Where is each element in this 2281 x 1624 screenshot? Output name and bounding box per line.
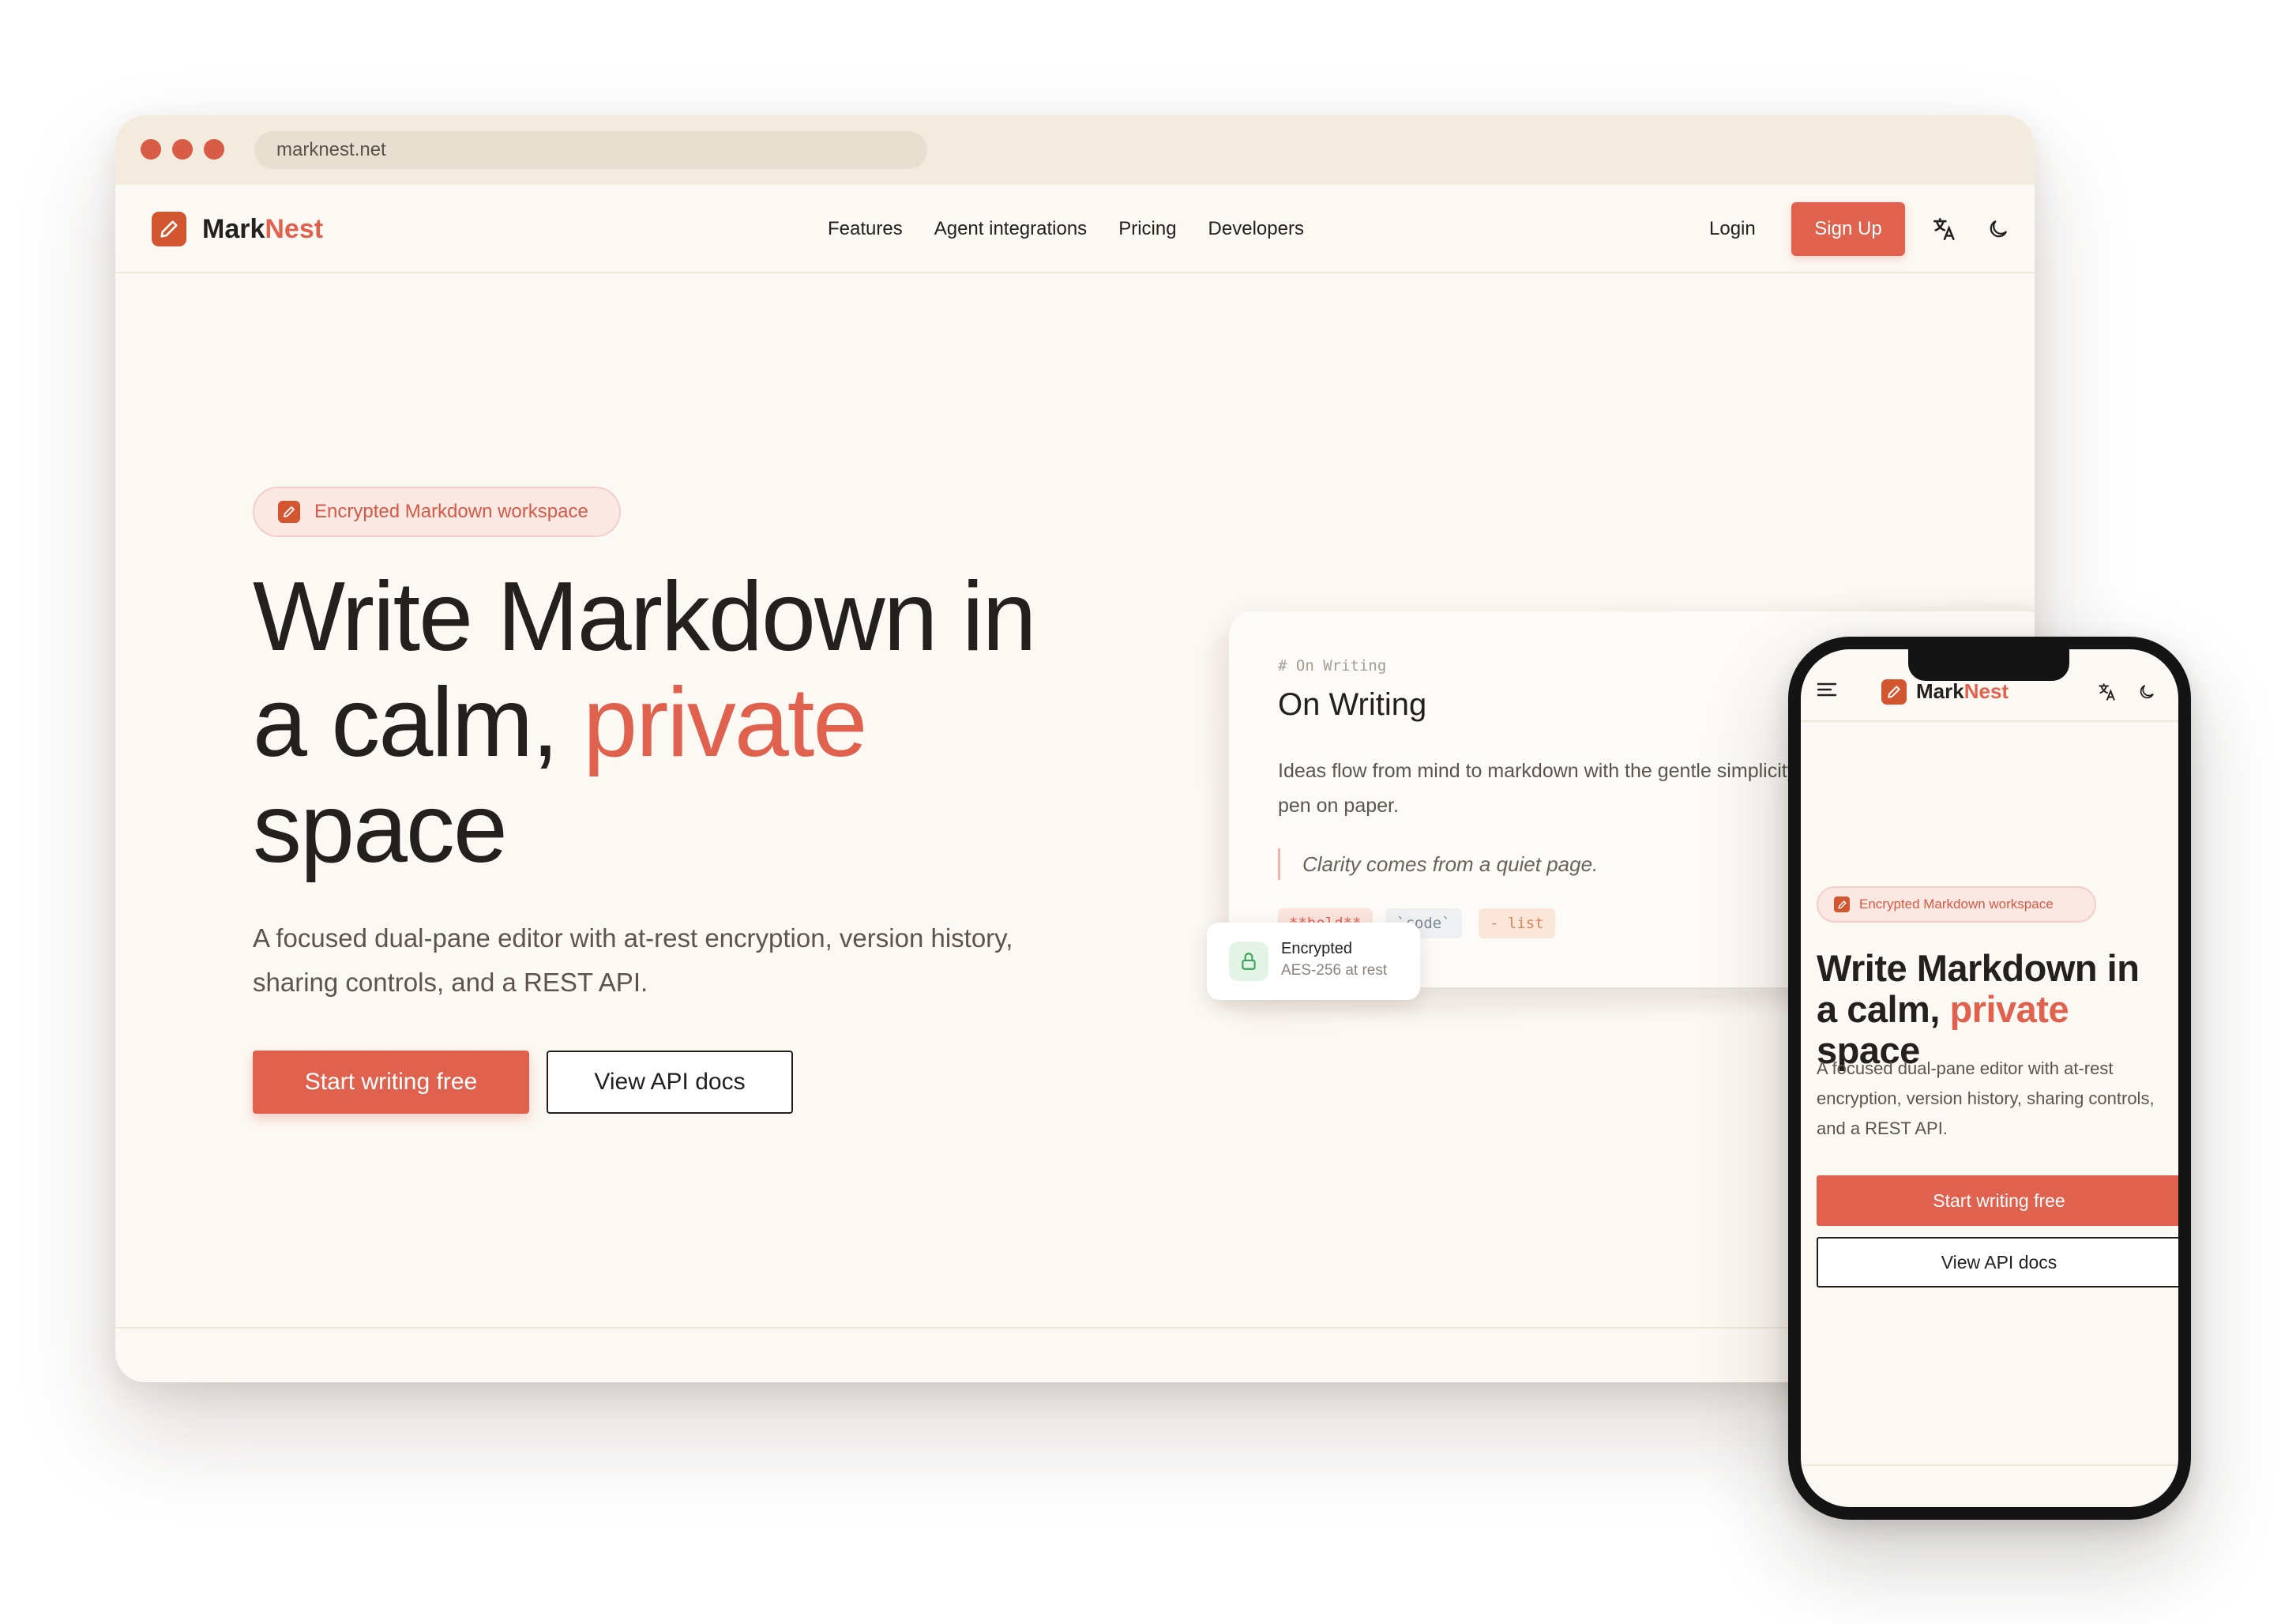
window-close-dot[interactable] xyxy=(141,139,161,160)
pencil-square-icon xyxy=(1834,897,1850,912)
view-api-docs-button[interactable]: View API docs xyxy=(547,1051,793,1114)
chip-list: - list xyxy=(1479,908,1555,938)
mobile-hero-title: Write Markdown in a calm, private space xyxy=(1817,947,2140,1071)
nav-link-pricing[interactable]: Pricing xyxy=(1118,218,1176,240)
hero-badge-label: Encrypted Markdown workspace xyxy=(314,501,588,522)
mobile-screen: MarkNest Encrypted Markdown workspace Wr… xyxy=(1801,649,2178,1507)
desktop-browser-window: marknest.net MarkNest Features Agent int… xyxy=(115,115,2035,1382)
start-writing-button[interactable]: Start writing free xyxy=(253,1051,529,1114)
address-bar[interactable]: marknest.net xyxy=(254,131,927,169)
main-nav: Features Agent integrations Pricing Deve… xyxy=(828,185,1304,273)
encrypted-status-pill: Encrypted AES-256 at rest xyxy=(1207,923,1420,1000)
mobile-section-divider xyxy=(1801,1464,2178,1466)
mobile-hero-subtitle: A focused dual-pane editor with at-rest … xyxy=(1817,1058,2155,1138)
mobile-hero-badge-label: Encrypted Markdown workspace xyxy=(1859,897,2054,912)
nav-link-agent-integrations[interactable]: Agent integrations xyxy=(934,218,1087,240)
encrypted-label: Encrypted xyxy=(1281,940,1353,957)
nav-link-developers[interactable]: Developers xyxy=(1208,218,1304,240)
hero-badge: Encrypted Markdown workspace xyxy=(253,487,621,537)
site-header: MarkNest Features Agent integrations Pri… xyxy=(115,185,2035,273)
moon-icon[interactable] xyxy=(1982,213,2014,245)
translate-icon[interactable] xyxy=(2095,679,2120,705)
hero-subtitle: A focused dual-pane editor with at-rest … xyxy=(253,923,1013,997)
card-blockquote: Clarity comes from a quiet page. xyxy=(1278,848,1598,880)
brand-logo-text[interactable]: MarkNest xyxy=(1916,678,2009,705)
pencil-square-icon[interactable] xyxy=(1881,679,1907,705)
window-minimize-dot[interactable] xyxy=(172,139,193,160)
window-maximize-dot[interactable] xyxy=(204,139,224,160)
mobile-hero-badge: Encrypted Markdown workspace xyxy=(1817,886,2096,923)
phone-notch xyxy=(1908,649,2069,681)
nav-link-features[interactable]: Features xyxy=(828,218,903,240)
card-body: Ideas flow from mind to markdown with th… xyxy=(1278,760,1819,817)
lock-icon xyxy=(1229,942,1268,981)
section-divider xyxy=(115,1327,2035,1329)
card-title: On Writing xyxy=(1278,687,1427,722)
mobile-device-frame: MarkNest Encrypted Markdown workspace Wr… xyxy=(1788,637,2191,1520)
mobile-view-api-docs-button[interactable]: View API docs xyxy=(1817,1237,2178,1288)
translate-icon[interactable] xyxy=(1929,213,1960,245)
mobile-start-writing-button[interactable]: Start writing free xyxy=(1817,1175,2178,1226)
pencil-square-icon[interactable] xyxy=(152,212,186,246)
sign-up-button[interactable]: Sign Up xyxy=(1791,202,1905,256)
hamburger-menu-icon[interactable] xyxy=(1817,681,1843,703)
login-link[interactable]: Login xyxy=(1709,185,1756,273)
moon-icon[interactable] xyxy=(2134,679,2159,705)
pencil-square-icon xyxy=(278,501,300,523)
encryption-detail: AES-256 at rest xyxy=(1281,962,1388,979)
card-markdown-heading: # On Writing xyxy=(1278,657,1387,675)
brand-logo-text[interactable]: MarkNest xyxy=(202,212,323,246)
browser-chrome: marknest.net xyxy=(115,115,2035,185)
hero-title: Write Markdown in a calm, private space xyxy=(253,562,1036,883)
